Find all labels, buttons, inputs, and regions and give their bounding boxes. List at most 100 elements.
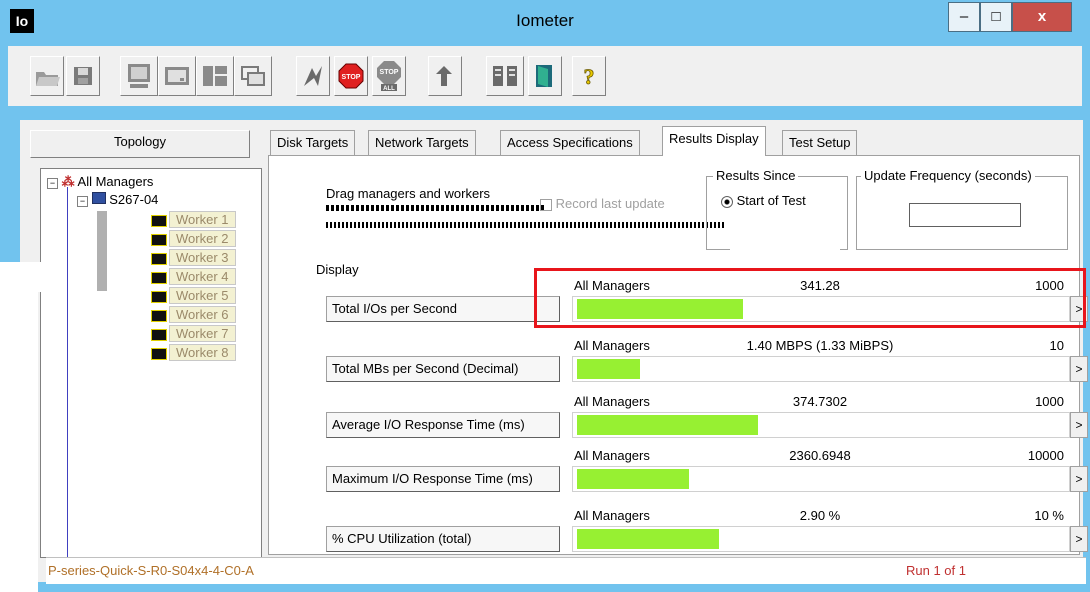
collapse-icon[interactable]: − [77,196,88,207]
worker-icon [151,214,167,227]
worker-label: Worker 3 [169,249,236,266]
help-icon: ? [583,64,595,90]
worker-icon [151,347,167,360]
metric-value: 2.90 % [799,508,841,523]
metric-scope: All Managers [574,338,650,353]
worker-icon [151,271,167,284]
white-patch [0,262,56,292]
toolbar: STOP STOP ALL ? [0,42,1090,106]
metric-bar [572,526,1070,552]
tree-label-manager: S267-04 [109,192,159,207]
help-button[interactable]: ? [572,56,606,96]
tab-access-specifications[interactable]: Access Specifications [500,130,640,156]
metric-select-button[interactable]: % CPU Utilization (total) [326,526,560,552]
minimize-button[interactable]: – [948,2,980,32]
metric-select-button[interactable]: Total MBs per Second (Decimal) [326,356,560,382]
tab-results-display[interactable]: Results Display [662,126,766,156]
tree-item-worker[interactable]: Worker 2 [151,230,236,248]
metric-select-button[interactable]: Total I/Os per Second [326,296,560,322]
maximize-button[interactable]: □ [980,2,1012,32]
obscured-text [326,222,726,228]
tree-label-all-managers: All Managers [77,174,154,189]
start-of-test-radio[interactable]: Start of Test [721,193,806,208]
close-button[interactable]: x [1012,2,1072,32]
exit-button[interactable] [528,56,562,96]
disconnect-button[interactable] [486,56,524,96]
metric-scope: All Managers [574,448,650,463]
new-disk-worker-button[interactable] [120,56,158,96]
metric-bar [572,412,1070,438]
tree-item-worker[interactable]: Worker 1 [151,211,236,229]
window-title: Iometer [516,11,574,30]
tab-network-targets[interactable]: Network Targets [368,130,476,156]
metric-value: 2360.6948 [789,448,851,463]
start-tests-button[interactable] [296,56,330,96]
display-label: Display [316,262,359,277]
metric-bar-fill [577,415,758,435]
metric-select-button[interactable]: Average I/O Response Time (ms) [326,412,560,438]
tree-item-worker[interactable]: Worker 6 [151,306,236,324]
worker-label: Worker 4 [169,268,236,285]
status-run-count: Run 1 of 1 [906,563,966,578]
duplicate-worker-button[interactable] [234,56,272,96]
reset-workers-button[interactable] [428,56,462,96]
worker-icon [151,309,167,322]
collapse-icon[interactable]: − [47,178,58,189]
new-network-worker-button[interactable] [158,56,196,96]
open-icon [36,72,60,86]
highlight-box [534,268,1086,328]
save-button[interactable] [66,56,100,96]
stop-all-button[interactable]: STOP ALL [372,56,406,96]
worker-label: Worker 2 [169,230,236,247]
maximize-icon: □ [991,8,1001,25]
tree-item-worker[interactable]: Worker 4 [151,268,236,286]
metric-max: 10 [1049,338,1064,353]
start-of-test-label: Start of Test [736,193,806,208]
stop-icon: STOP [338,63,364,89]
worker-label: Worker 6 [169,306,236,323]
tree-item-all-managers[interactable]: − ⁂ All Managers [47,173,153,191]
reset-workers-icon [436,66,452,86]
update-frequency-input[interactable] [909,203,1021,227]
svg-text:?: ? [584,64,595,89]
tab-test-setup[interactable]: Test Setup [782,130,858,156]
tree-item-worker[interactable]: Worker 3 [151,249,236,267]
update-frequency-label: Update Frequency (seconds) [861,168,1035,183]
worker-icon [151,328,167,341]
save-icon [74,67,92,85]
metric-bar [572,466,1070,492]
tree-item-worker[interactable]: Worker 5 [151,287,236,305]
metric-more-button[interactable]: > [1070,526,1088,552]
metric-select-button[interactable]: Maximum I/O Response Time (ms) [326,466,560,492]
metric-more-button[interactable]: > [1070,412,1088,438]
close-icon: x [1037,8,1047,25]
worker-icon [151,233,167,246]
metric-max: 10000 [1027,448,1064,463]
svg-text:STOP: STOP [380,69,399,76]
stop-button[interactable]: STOP [334,56,368,96]
new-network-worker-icon [165,67,189,85]
new-manager-button[interactable] [196,56,234,96]
metric-more-button[interactable]: > [1070,466,1088,492]
tab-disk-targets[interactable]: Disk Targets [270,130,356,156]
metric-more-button[interactable]: > [1070,356,1088,382]
status-bar: P-series-Quick-S-R0-S04x4-4-C0-A Run 1 o… [46,557,1086,584]
start-tests-icon [304,66,322,86]
open-button[interactable] [30,56,64,96]
tree-item-worker[interactable]: Worker 8 [151,344,236,362]
toolbar-strip: STOP STOP ALL ? [8,46,1082,106]
tree-item-manager[interactable]: − S267-04 [77,191,158,209]
new-manager-icon [203,66,227,86]
topology-tree[interactable]: − ⁂ All Managers − S267-04 Worker 1 Worke… [40,168,262,558]
worker-label: Worker 5 [169,287,236,304]
obscured-text [326,205,546,211]
title-bar: Io Iometer – □ x [0,0,1090,42]
record-last-update-checkbox[interactable]: Record last update [540,196,665,211]
stop-all-icon: STOP ALL [377,61,401,92]
white-patch [0,292,38,592]
drag-instructions: Drag managers and workers [326,186,491,201]
metric-max: 10 % [1034,508,1064,523]
topology-title: Topology [30,130,250,158]
tree-item-worker[interactable]: Worker 7 [151,325,236,343]
disconnect-icon [493,66,517,86]
